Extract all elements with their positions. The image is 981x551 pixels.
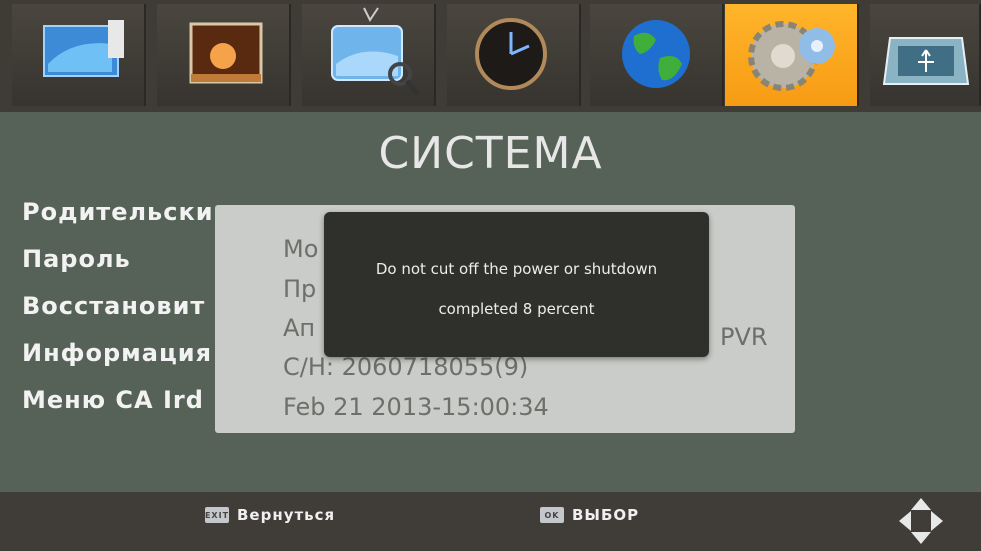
tab-channel-search[interactable]: [302, 4, 436, 106]
usb-icon: [882, 37, 970, 85]
tab-time[interactable]: [447, 4, 581, 106]
program-icon: [43, 20, 124, 77]
back-hint[interactable]: EXIT Вернуться: [205, 506, 335, 524]
menu-item-information[interactable]: Информация: [22, 339, 214, 386]
menu-item-ca-menu[interactable]: Меню CA Ird: [22, 386, 214, 433]
top-menu-bar: [0, 0, 981, 112]
tab-picture[interactable]: [157, 4, 291, 106]
dialog-progress-text: completed 8 percent: [438, 300, 595, 318]
info-program-line: Пр: [283, 275, 317, 303]
info-chipid-line: C/H: 2060718055(9): [283, 353, 529, 381]
tv-system-screen: СИСТЕМА Родительски Пароль Восстановит И…: [0, 0, 981, 551]
info-pvr-label: PVR: [720, 323, 768, 351]
select-hint[interactable]: OK ВЫБОР: [540, 506, 639, 524]
select-label: ВЫБОР: [572, 506, 640, 524]
bottom-hint-bar: EXIT Вернуться OK ВЫБОР: [0, 492, 981, 551]
back-label: Вернуться: [237, 506, 336, 524]
globe-icon: [622, 20, 690, 88]
tab-system[interactable]: [725, 4, 859, 106]
tab-usb[interactable]: [870, 4, 981, 106]
picture-icon: [189, 22, 263, 84]
tab-language[interactable]: [590, 4, 724, 106]
info-hardware-line: Ап: [283, 314, 316, 342]
info-build-date-line: Feb 21 2013-15:00:34: [283, 393, 549, 421]
menu-item-password[interactable]: Пароль: [22, 245, 214, 292]
upgrade-progress-dialog: Do not cut off the power or shutdown com…: [324, 212, 709, 357]
menu-item-parental[interactable]: Родительски: [22, 198, 214, 245]
exit-key-icon: EXIT: [205, 507, 229, 523]
channel-search-icon: [331, 7, 420, 96]
tab-program[interactable]: [12, 4, 146, 106]
menu-item-restore[interactable]: Восстановит: [22, 292, 214, 339]
system-menu: Родительски Пароль Восстановит Информаци…: [22, 198, 214, 433]
system-gear-icon: [748, 21, 835, 91]
info-model-line: Мо: [283, 235, 319, 263]
ok-key-icon: OK: [540, 507, 564, 523]
page-title: СИСТЕМА: [378, 128, 603, 179]
navigation-arrows-icon: [899, 498, 943, 544]
clock-icon: [475, 18, 547, 90]
dialog-warning-text: Do not cut off the power or shutdown: [375, 260, 658, 278]
